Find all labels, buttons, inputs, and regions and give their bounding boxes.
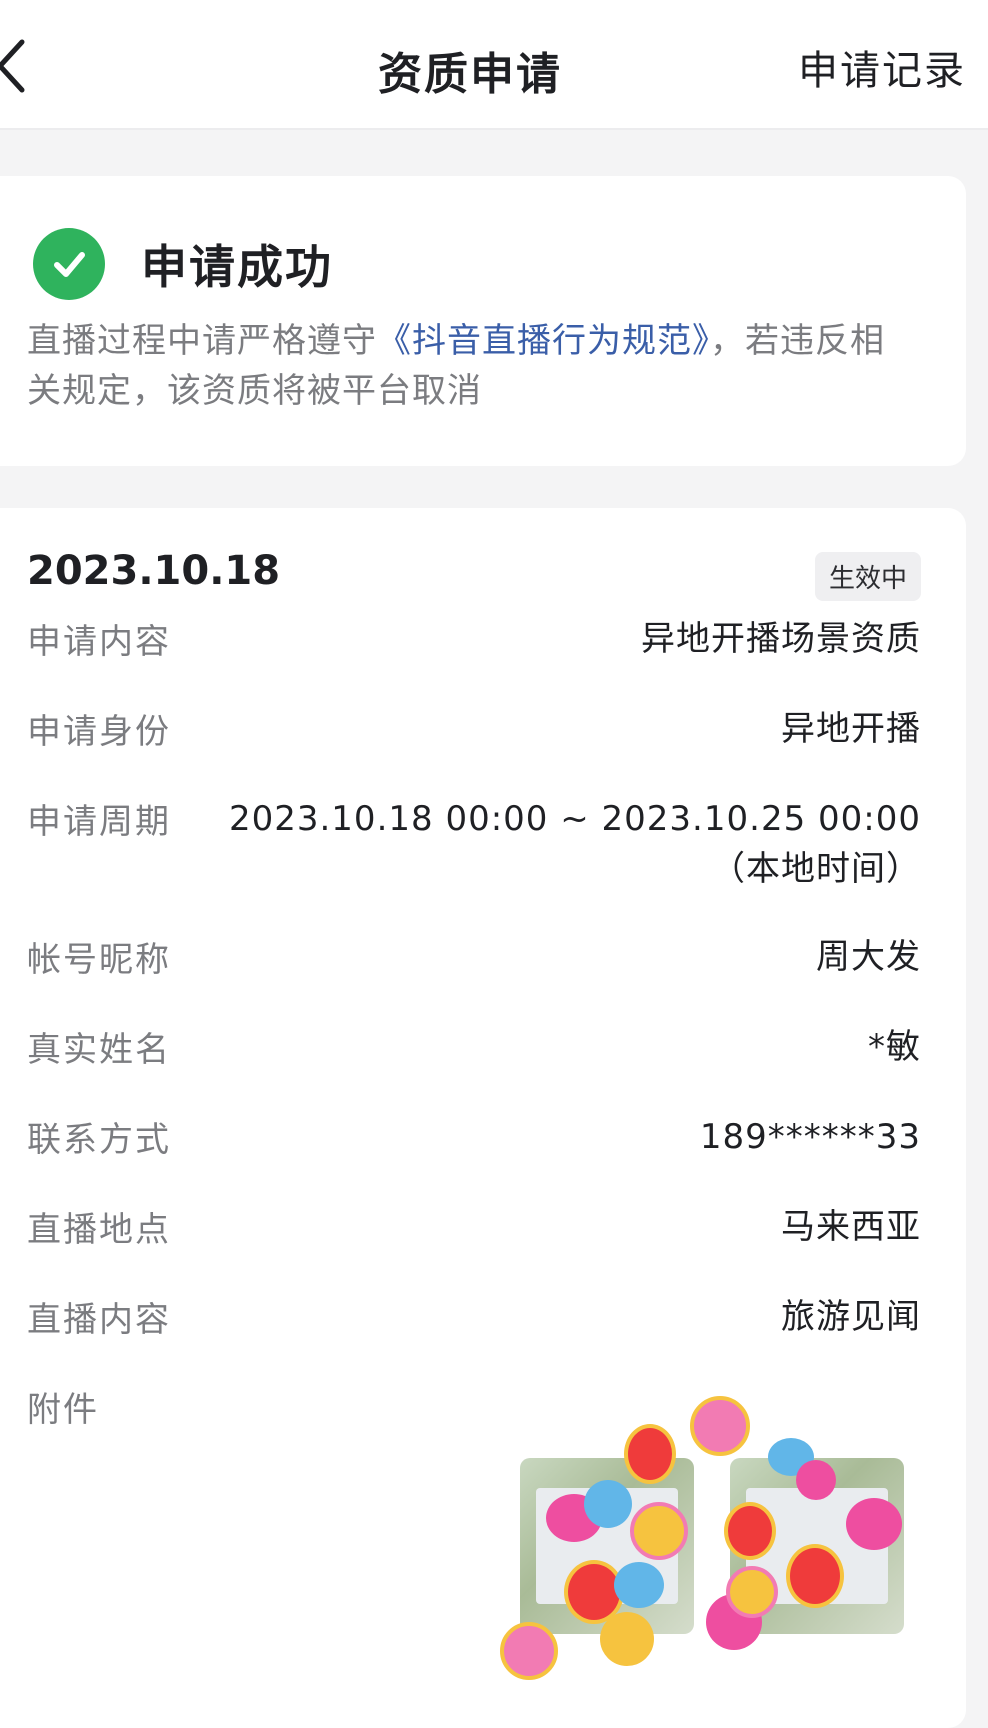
row-value: 旅游见闻 [781, 1297, 921, 1337]
success-title: 申请成功 [141, 240, 333, 294]
status-badge: 生效中 [814, 552, 921, 601]
row-value: 2023.10.18 00:00 ~ 2023.10.25 00:00 （本地时… [229, 794, 921, 894]
behavior-rules-link[interactable]: 《抖音直播行为规范》 [377, 321, 710, 361]
row-label: 申请身份 [27, 712, 171, 752]
row-label: 真实姓名 [27, 1030, 171, 1070]
nav-bar: 资质申请 申请记录 [0, 0, 988, 130]
application-records-link[interactable]: 申请记录 [798, 38, 966, 96]
notice-prefix: 直播过程中请严格遵守 [27, 321, 377, 361]
row-label: 联系方式 [27, 1120, 171, 1160]
row-value: 马来西亚 [781, 1207, 921, 1247]
row-label: 帐号昵称 [27, 940, 171, 980]
detail-card: 2023.10.18 生效中 申请内容 异地开播场景资质 申请身份 异地开播 申… [0, 508, 966, 1728]
row-value: *敏 [868, 1027, 921, 1067]
period-range: 2023.10.18 00:00 ~ 2023.10.25 00:00 [228, 799, 921, 839]
row-value: 异地开播场景资质 [641, 619, 921, 659]
row-label: 直播内容 [27, 1300, 171, 1340]
row-value: 周大发 [816, 937, 921, 977]
status-card: 申请成功 直播过程中请严格遵守《抖音直播行为规范》，若违反相关规定，该资质将被平… [0, 176, 966, 466]
notice-text: 直播过程中请严格遵守《抖音直播行为规范》，若违反相关规定，该资质将被平台取消 [27, 316, 907, 416]
row-value: 189******33 [699, 1117, 921, 1157]
row-label: 申请内容 [27, 622, 171, 662]
application-date: 2023.10.18 [27, 548, 281, 594]
period-note: （本地时间） [711, 849, 921, 889]
check-circle-icon [33, 228, 105, 300]
detail-row-period: 申请周期 2023.10.18 00:00 ~ 2023.10.25 00:00… [27, 794, 921, 894]
row-label: 直播地点 [27, 1210, 171, 1250]
success-header: 申请成功 [33, 228, 333, 300]
attachment-thumbnails [500, 1396, 932, 1704]
row-label: 申请周期 [27, 802, 171, 842]
row-value: 异地开播 [781, 709, 921, 749]
row-label: 附件 [27, 1390, 99, 1430]
